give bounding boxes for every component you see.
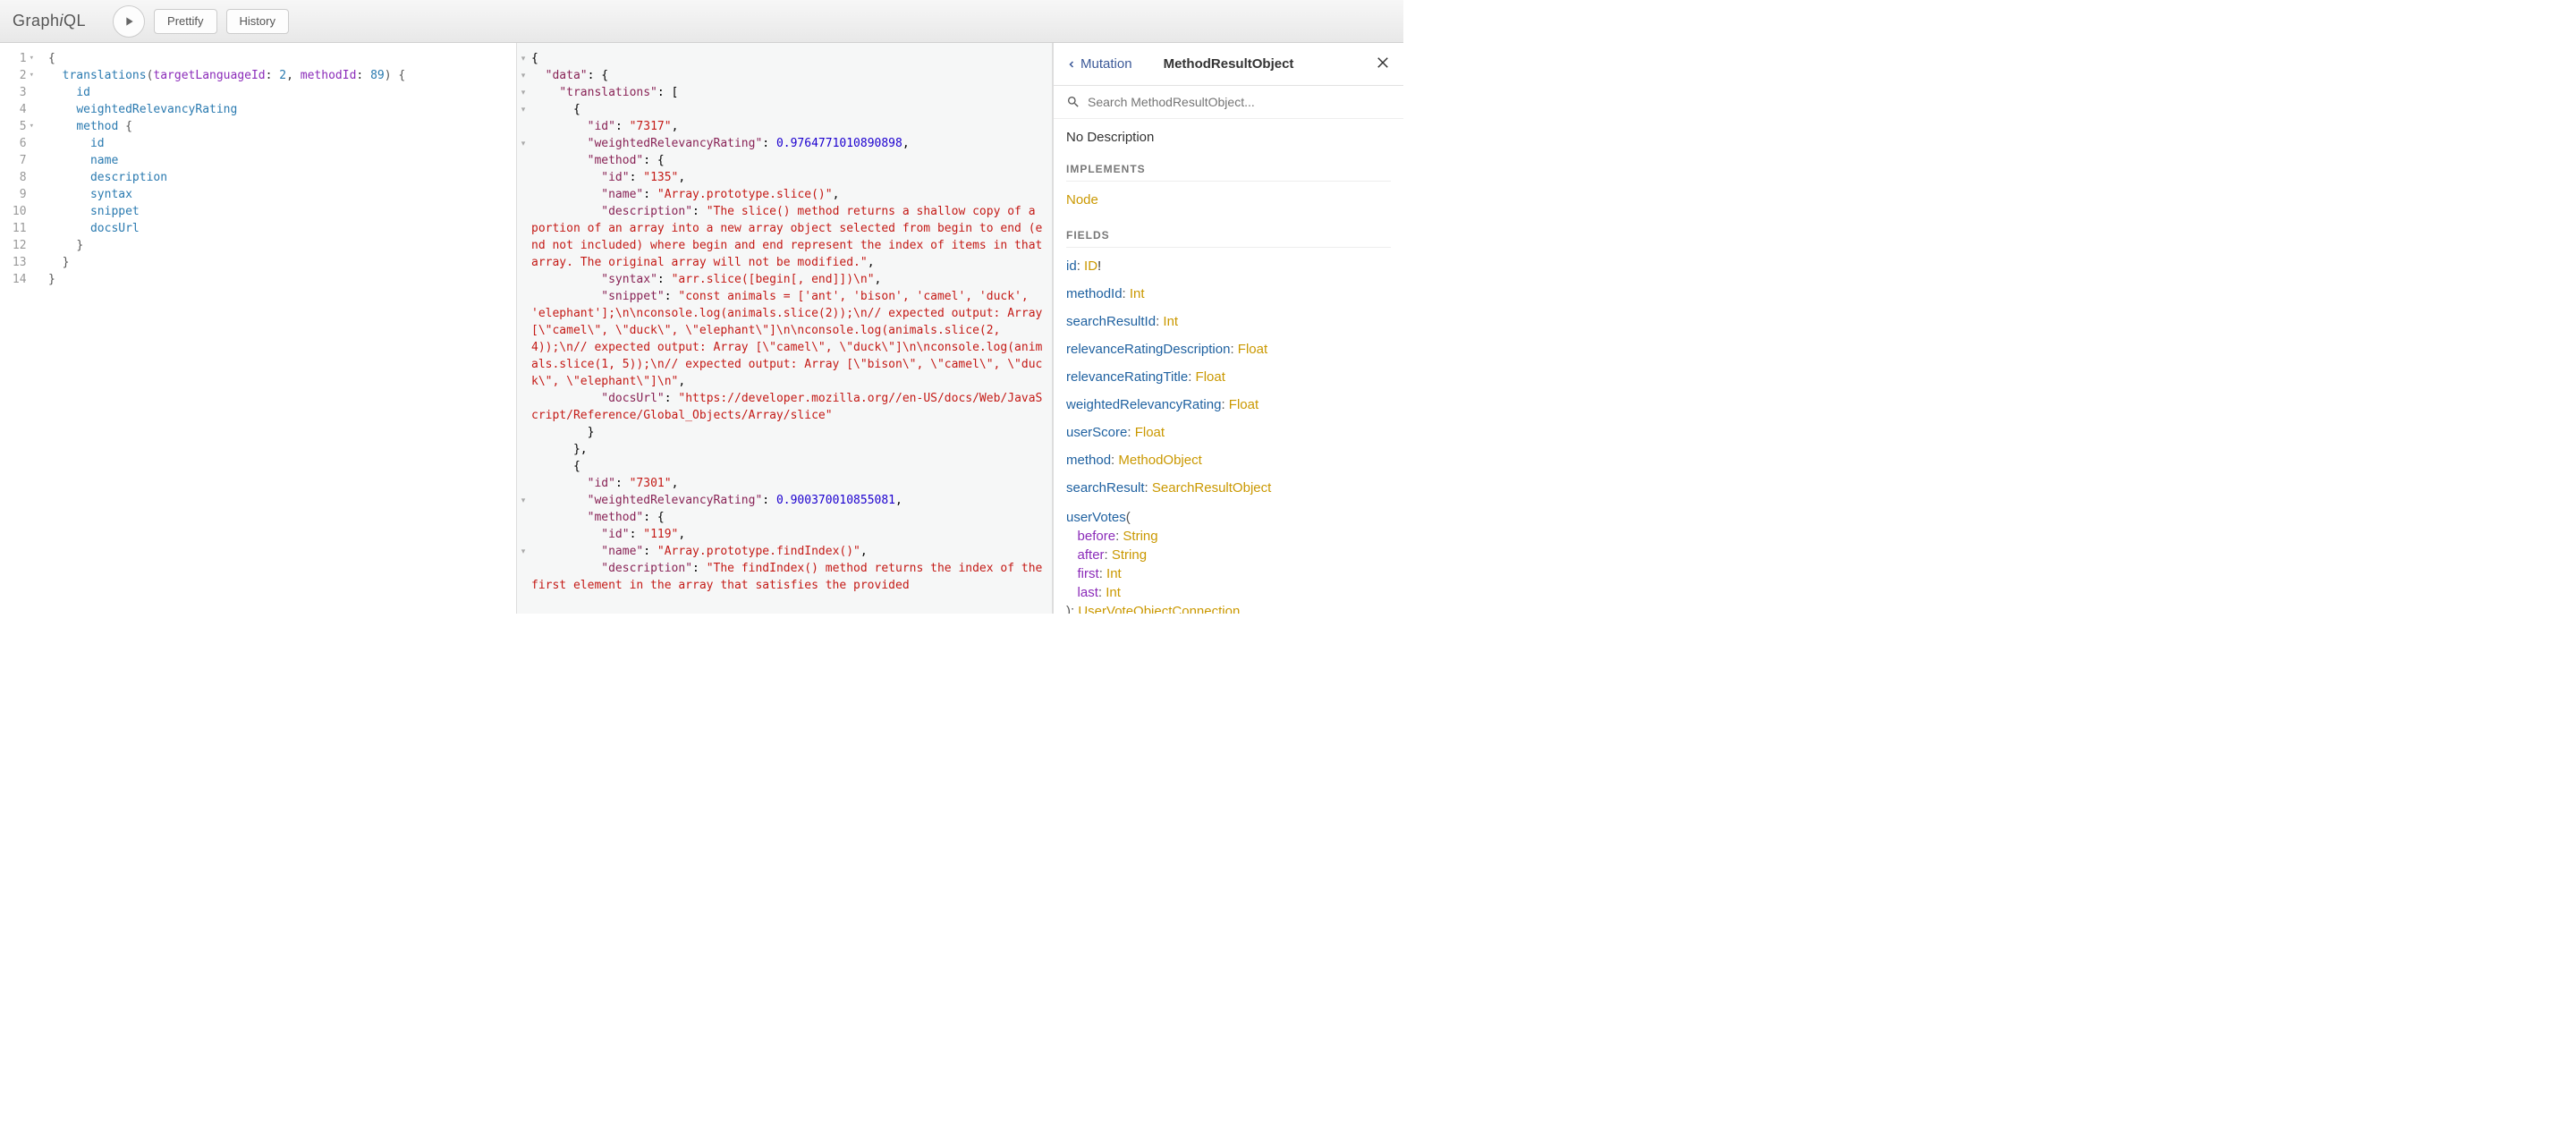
history-button[interactable]: History	[226, 9, 289, 34]
field-item[interactable]: methodId: Int	[1066, 286, 1391, 301]
docs-close-button[interactable]	[1375, 55, 1391, 73]
docs-back-label: Mutation	[1080, 56, 1132, 72]
execute-button[interactable]	[113, 5, 145, 38]
field-item[interactable]: searchResultId: Int	[1066, 314, 1391, 329]
docs-back-button[interactable]: Mutation	[1066, 56, 1132, 72]
app-logo: GraphiQL	[13, 12, 86, 30]
result-fold-gutter: ▾▾▾▾▾▾▾	[517, 43, 530, 611]
prettify-button[interactable]: Prettify	[154, 9, 216, 34]
docs-pane: Mutation MethodResultObject No Descripti…	[1053, 43, 1403, 614]
field-item[interactable]: relevanceRatingTitle: Float	[1066, 369, 1391, 385]
docs-title: MethodResultObject	[1164, 56, 1294, 72]
fields-heading: FIELDS	[1066, 229, 1391, 248]
topbar: GraphiQL Prettify History	[0, 0, 1403, 43]
field-item[interactable]: userVotes( before: String after: String …	[1066, 508, 1391, 614]
field-item[interactable]: weightedRelevancyRating: Float	[1066, 397, 1391, 412]
docs-search-input[interactable]	[1088, 95, 1391, 109]
docs-description: No Description	[1066, 130, 1391, 145]
result-viewer[interactable]: { "data": { "translations": [ { "id": "7…	[517, 43, 1052, 594]
implements-item[interactable]: Node	[1066, 192, 1391, 208]
play-icon	[122, 14, 136, 29]
field-item[interactable]: userScore: Float	[1066, 425, 1391, 440]
field-item[interactable]: searchResult: SearchResultObject	[1066, 480, 1391, 496]
implements-heading: IMPLEMENTS	[1066, 163, 1391, 182]
query-editor[interactable]: { translations(targetLanguageId: 2, meth…	[39, 43, 516, 614]
search-icon	[1066, 95, 1080, 109]
docs-body: No Description IMPLEMENTS Node FIELDS id…	[1054, 119, 1403, 614]
chevron-left-icon	[1066, 58, 1077, 71]
field-item[interactable]: method: MethodObject	[1066, 453, 1391, 468]
docs-header: Mutation MethodResultObject	[1054, 43, 1403, 86]
main-area: 1▾2▾3 4 5▾6 7 8 9 10 11 12 13 14 { trans…	[0, 43, 1403, 614]
field-item[interactable]: id: ID!	[1066, 258, 1391, 274]
docs-search	[1054, 86, 1403, 119]
result-pane: ▾▾▾▾▾▾▾ { "data": { "translations": [ { …	[517, 43, 1053, 614]
query-editor-pane: 1▾2▾3 4 5▾6 7 8 9 10 11 12 13 14 { trans…	[0, 43, 517, 614]
line-number-gutter: 1▾2▾3 4 5▾6 7 8 9 10 11 12 13 14	[0, 43, 39, 614]
close-icon	[1375, 55, 1391, 71]
field-item[interactable]: relevanceRatingDescription: Float	[1066, 342, 1391, 357]
